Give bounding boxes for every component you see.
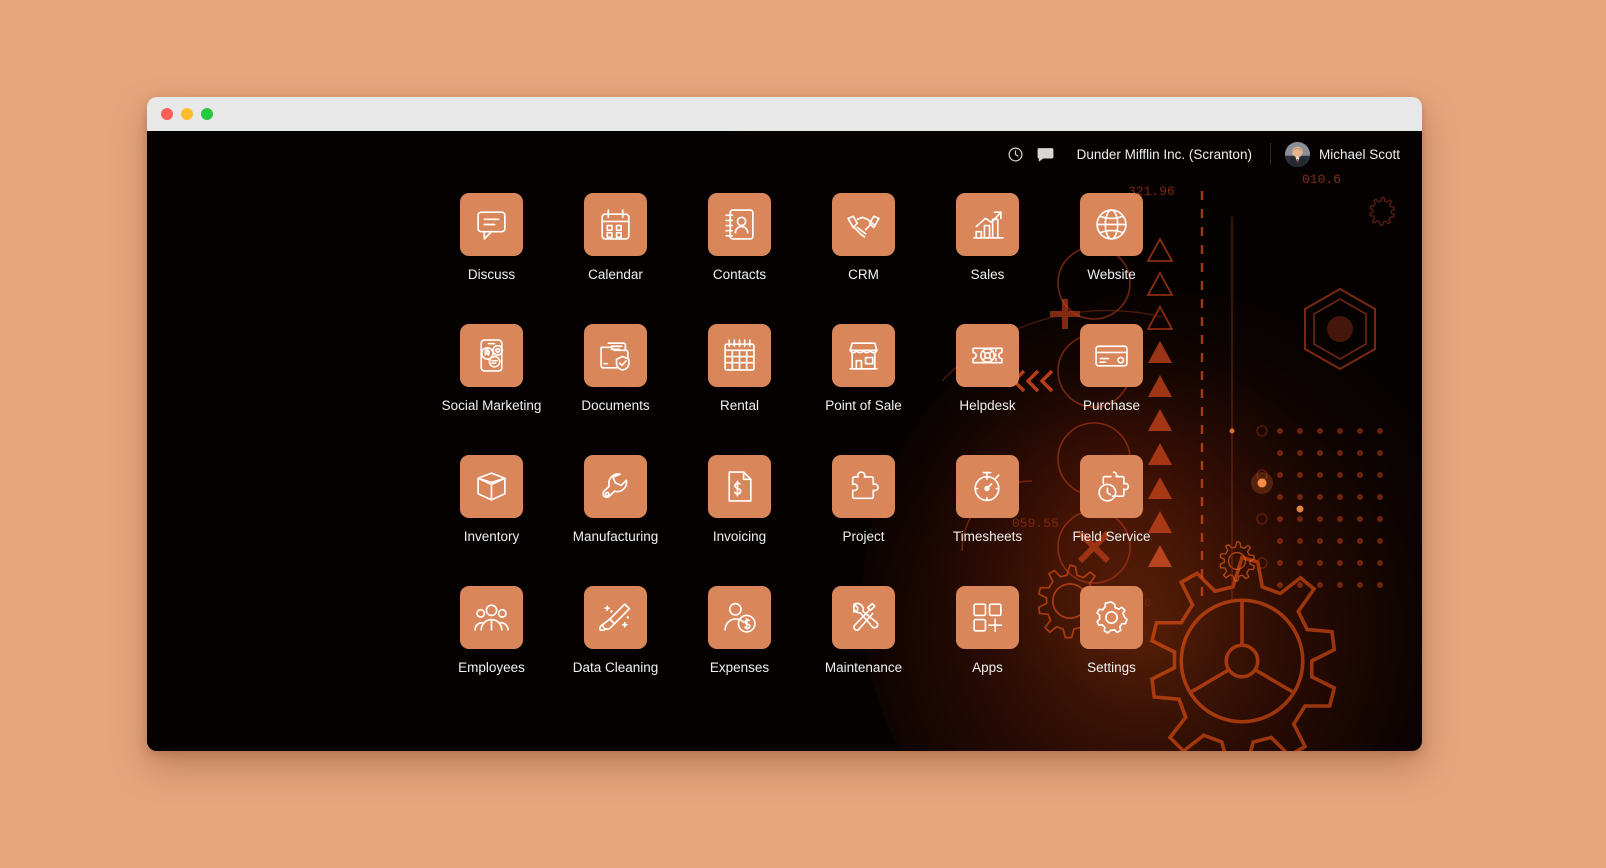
window-close-button[interactable] [161,108,173,120]
stopwatch-icon [956,455,1019,518]
people-group-icon [460,586,523,649]
app-tile-label: Documents [581,398,650,413]
puzzle-clock-icon [1080,455,1143,518]
bar-chart-growth-icon [956,193,1019,256]
app-window: 321.96 010.6 059.55 225.08 [147,97,1422,751]
window-minimize-button[interactable] [181,108,193,120]
app-tile-label: Contacts [712,267,767,282]
app-tile-label: Timesheets [952,529,1023,544]
app-tile-discuss[interactable]: Discuss [430,193,554,282]
app-tile-field-service[interactable]: Field Service [1050,455,1174,544]
app-tile-calendar[interactable]: Calendar [554,193,678,282]
grid-calendar-icon [708,324,771,387]
app-tile-label: Data Cleaning [572,660,659,675]
app-tile-documents[interactable]: Documents [554,324,678,413]
handshake-icon [832,193,895,256]
app-tile-label: Expenses [709,660,770,675]
topbar-divider [1269,143,1271,165]
gear-icon [1080,586,1143,649]
app-tile-label: Manufacturing [572,529,659,544]
app-tile-project[interactable]: Project [802,455,926,544]
app-tile-expenses[interactable]: Expenses [678,586,802,675]
credit-card-icon [1080,324,1143,387]
app-grid-container: Discuss Calendar Contacts CRM Sales Website So… [147,177,1422,675]
app-tile-point-of-sale[interactable]: Point of Sale [802,324,926,413]
app-tile-label: Apps [972,660,1003,675]
app-tile-timesheets[interactable]: Timesheets [926,455,1050,544]
wrench-icon [584,455,647,518]
app-tile-label: Invoicing [712,529,767,544]
puzzle-piece-icon [832,455,895,518]
app-tile-label: CRM [848,267,879,282]
open-box-icon [460,455,523,518]
ticket-lifebuoy-icon [956,324,1019,387]
app-tile-label: Calendar [588,267,643,282]
app-tile-label: Helpdesk [959,398,1016,413]
top-bar: Dunder Mifflin Inc. (Scranton) Michael S… [147,131,1422,177]
app-tile-rental[interactable]: Rental [678,324,802,413]
app-tile-data-cleaning[interactable]: Data Cleaning [554,586,678,675]
app-tile-purchase[interactable]: Purchase [1050,324,1174,413]
chat-bubble-icon[interactable] [1031,139,1061,169]
user-name: Michael Scott [1318,146,1400,162]
brush-sparkle-icon [584,586,647,649]
discuss-icon [460,193,523,256]
contacts-icon [708,193,771,256]
app-tile-manufacturing[interactable]: Manufacturing [554,455,678,544]
app-tile-label: Project [842,529,885,544]
window-titlebar [147,97,1422,131]
folder-shield-icon [584,324,647,387]
app-tile-helpdesk[interactable]: Helpdesk [926,324,1050,413]
clock-icon[interactable] [1001,139,1031,169]
app-tile-label: Settings [1087,660,1136,675]
app-tile-maintenance[interactable]: Maintenance [802,586,926,675]
app-grid: Discuss Calendar Contacts CRM Sales Website So… [430,193,1174,675]
app-tile-label: Purchase [1082,398,1141,413]
avatar [1284,141,1310,167]
window-maximize-button[interactable] [201,108,213,120]
user-menu[interactable]: Michael Scott [1284,141,1400,167]
app-tile-label: Maintenance [824,660,903,675]
company-name[interactable]: Dunder Mifflin Inc. (Scranton) [1077,147,1252,162]
app-tile-label: Employees [458,660,525,675]
person-dollar-icon [708,586,771,649]
app-tile-label: Rental [719,398,760,413]
app-tile-label: Social Marketing [441,398,542,413]
app-tile-sales[interactable]: Sales [926,193,1050,282]
document-dollar-icon [708,455,771,518]
app-tile-crm[interactable]: CRM [802,193,926,282]
app-tile-employees[interactable]: Employees [430,586,554,675]
storefront-icon [832,324,895,387]
social-phone-icon [460,324,523,387]
app-tile-contacts[interactable]: Contacts [678,193,802,282]
app-tile-label: Discuss [467,267,516,282]
calendar-icon [584,193,647,256]
app-tile-label: Point of Sale [825,398,902,413]
app-tile-label: Sales [970,267,1005,282]
app-tile-inventory[interactable]: Inventory [430,455,554,544]
app-tile-settings[interactable]: Settings [1050,586,1174,675]
app-body: 321.96 010.6 059.55 225.08 [147,131,1422,751]
app-tile-invoicing[interactable]: Invoicing [678,455,802,544]
app-tile-label: Inventory [463,529,520,544]
app-tile-apps[interactable]: Apps [926,586,1050,675]
wrench-hammer-icon [832,586,895,649]
app-tile-social-marketing[interactable]: Social Marketing [430,324,554,413]
app-tile-label: Website [1087,267,1136,282]
app-tile-label: Field Service [1072,529,1151,544]
globe-icon [1080,193,1143,256]
app-tile-website[interactable]: Website [1050,193,1174,282]
grid-plus-icon [956,586,1019,649]
